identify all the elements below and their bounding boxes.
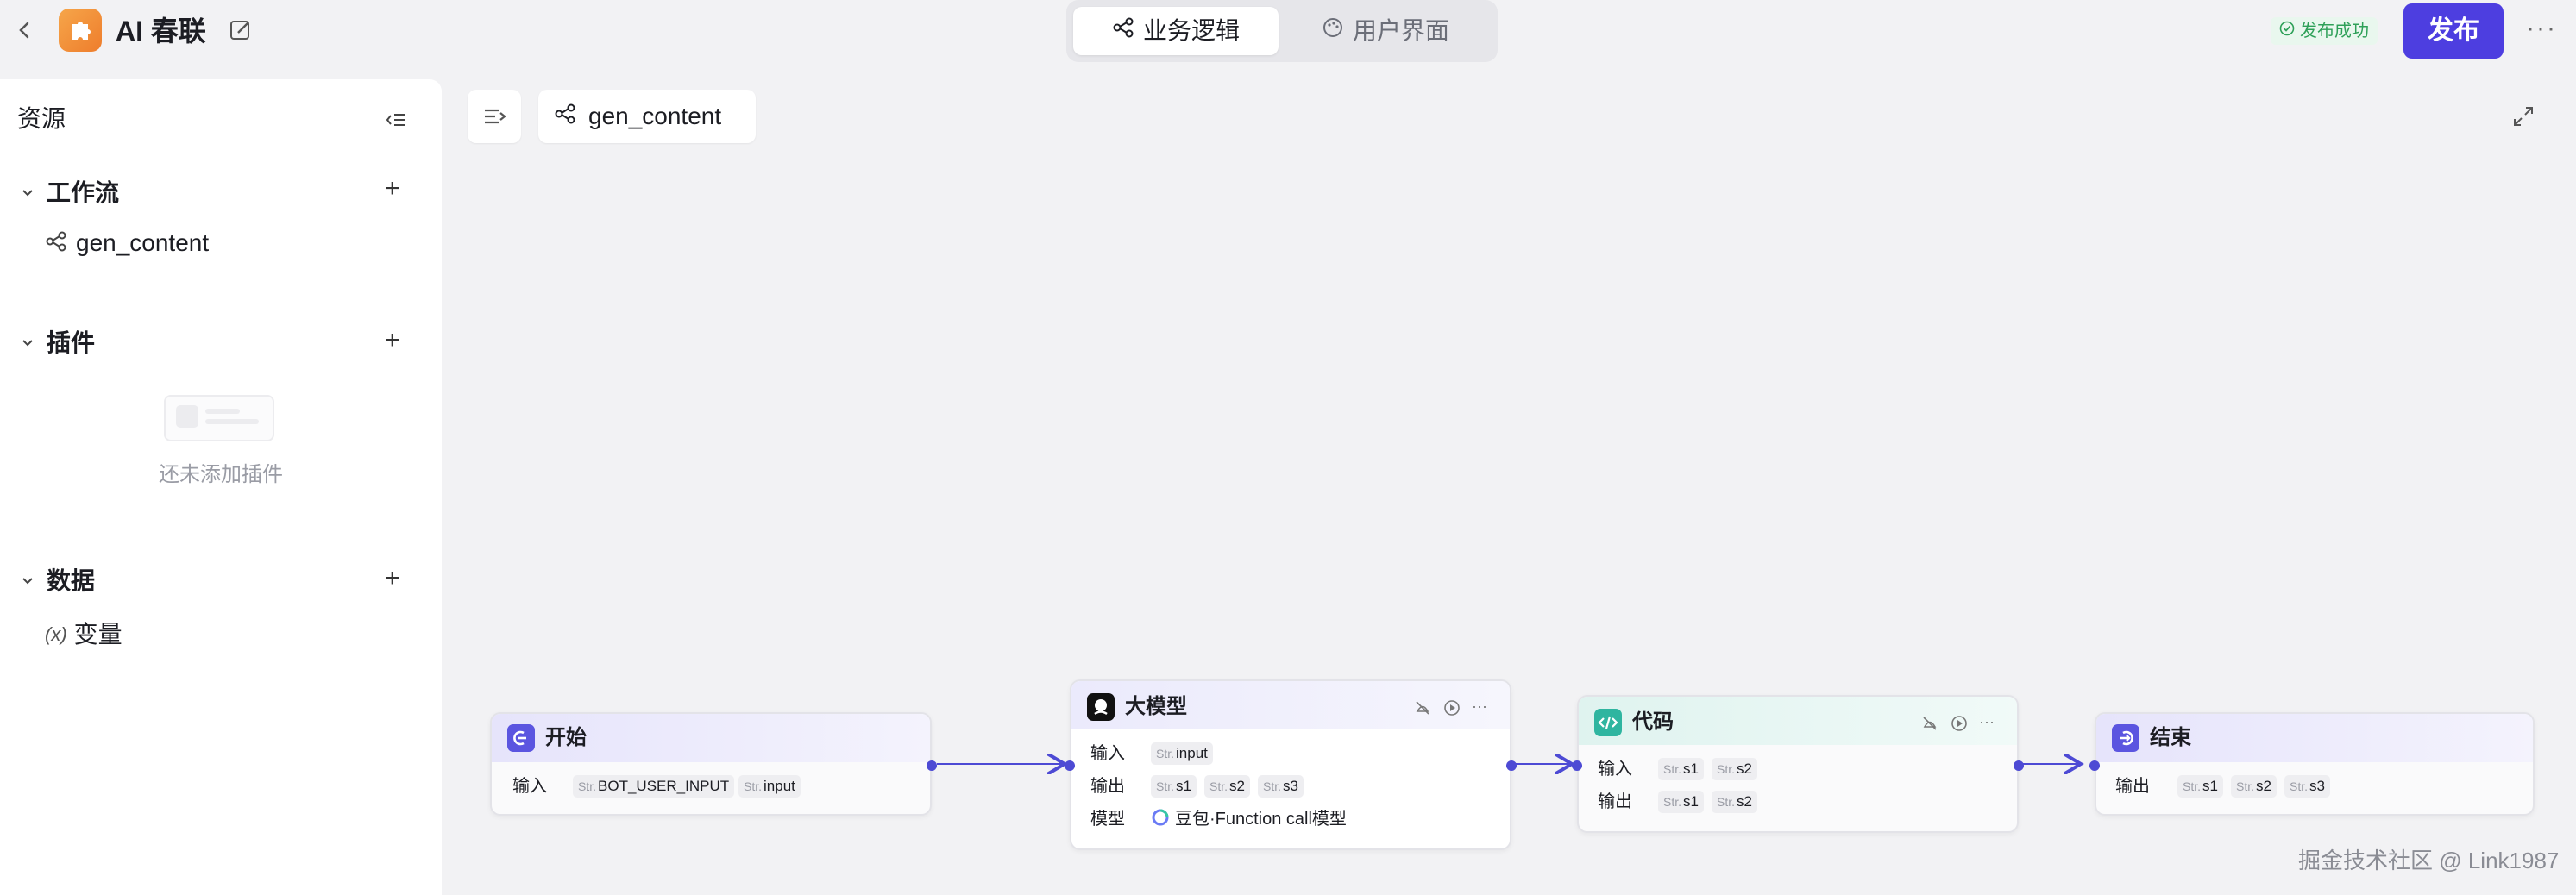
output-tag: Str. s1 (2177, 775, 2223, 798)
end-icon (2112, 724, 2139, 752)
doubao-model-icon (1151, 808, 1170, 831)
output-tag: Str. s1 (1151, 775, 1197, 798)
input-tag: Str. s1 (1658, 758, 1704, 780)
input-label: 输入 (1598, 760, 1632, 779)
output-tag: Str. s3 (2284, 775, 2330, 798)
output-label: 输出 (2115, 777, 2150, 796)
model-label: 模型 (1090, 810, 1125, 829)
output-tag: Str. s2 (1712, 791, 1757, 813)
node-llm[interactable]: 大模型 ··· 输入 Str. input 输出 Str. s1 Str. s2 St… (1065, 679, 1517, 850)
output-label: 输出 (1090, 777, 1125, 796)
output-port[interactable] (1506, 760, 1517, 771)
code-icon (1594, 709, 1622, 736)
node-more-icon[interactable]: ··· (1472, 698, 1491, 717)
node-title: 结束 (2150, 726, 2191, 749)
node-title: 开始 (545, 726, 587, 749)
node-title: 代码 (1632, 710, 1674, 734)
input-label: 输入 (512, 777, 547, 796)
start-icon (507, 724, 535, 752)
input-tag: Str. BOT_USER_INPUT (573, 775, 735, 798)
node-end[interactable]: 结束 输出 Str. s1 Str. s2 Str. s3 (2089, 712, 2535, 816)
output-label: 输出 (1598, 792, 1632, 811)
output-tag: Str. s2 (2231, 775, 2277, 798)
node-more-icon[interactable]: ··· (1979, 714, 1998, 733)
input-port[interactable] (1065, 760, 1075, 771)
model-name: 豆包·Function call模型 (1175, 810, 1347, 829)
node-code[interactable]: 代码 ··· 输入 Str. s1 Str. s2 输出 Str. s1 Str. s2 (1572, 695, 2024, 833)
input-tag: Str. input (738, 775, 801, 798)
input-label: 输入 (1090, 744, 1125, 763)
output-tag: Str. s1 (1658, 791, 1704, 813)
skip-icon[interactable] (1920, 714, 1939, 733)
node-title: 大模型 (1125, 695, 1187, 718)
output-port[interactable] (927, 760, 937, 771)
llm-icon (1087, 693, 1115, 721)
input-tag: Str. s2 (1712, 758, 1757, 780)
run-node-icon[interactable] (1442, 698, 1461, 717)
skip-icon[interactable] (1413, 698, 1432, 717)
model-value: 豆包·Function call模型 (1151, 807, 1347, 831)
input-port[interactable] (2089, 760, 2100, 771)
input-tag: Str. input (1151, 742, 1213, 765)
input-port[interactable] (1572, 760, 1582, 771)
output-tag: Str. s3 (1258, 775, 1304, 798)
watermark: 掘金技术社区 @ Link1987 (2298, 848, 2560, 873)
run-node-icon[interactable] (1950, 714, 1969, 733)
output-tag: Str. s2 (1204, 775, 1250, 798)
node-start[interactable]: 开始 输入 Str. BOT_USER_INPUT Str. input (490, 712, 937, 816)
output-port[interactable] (2014, 760, 2024, 771)
